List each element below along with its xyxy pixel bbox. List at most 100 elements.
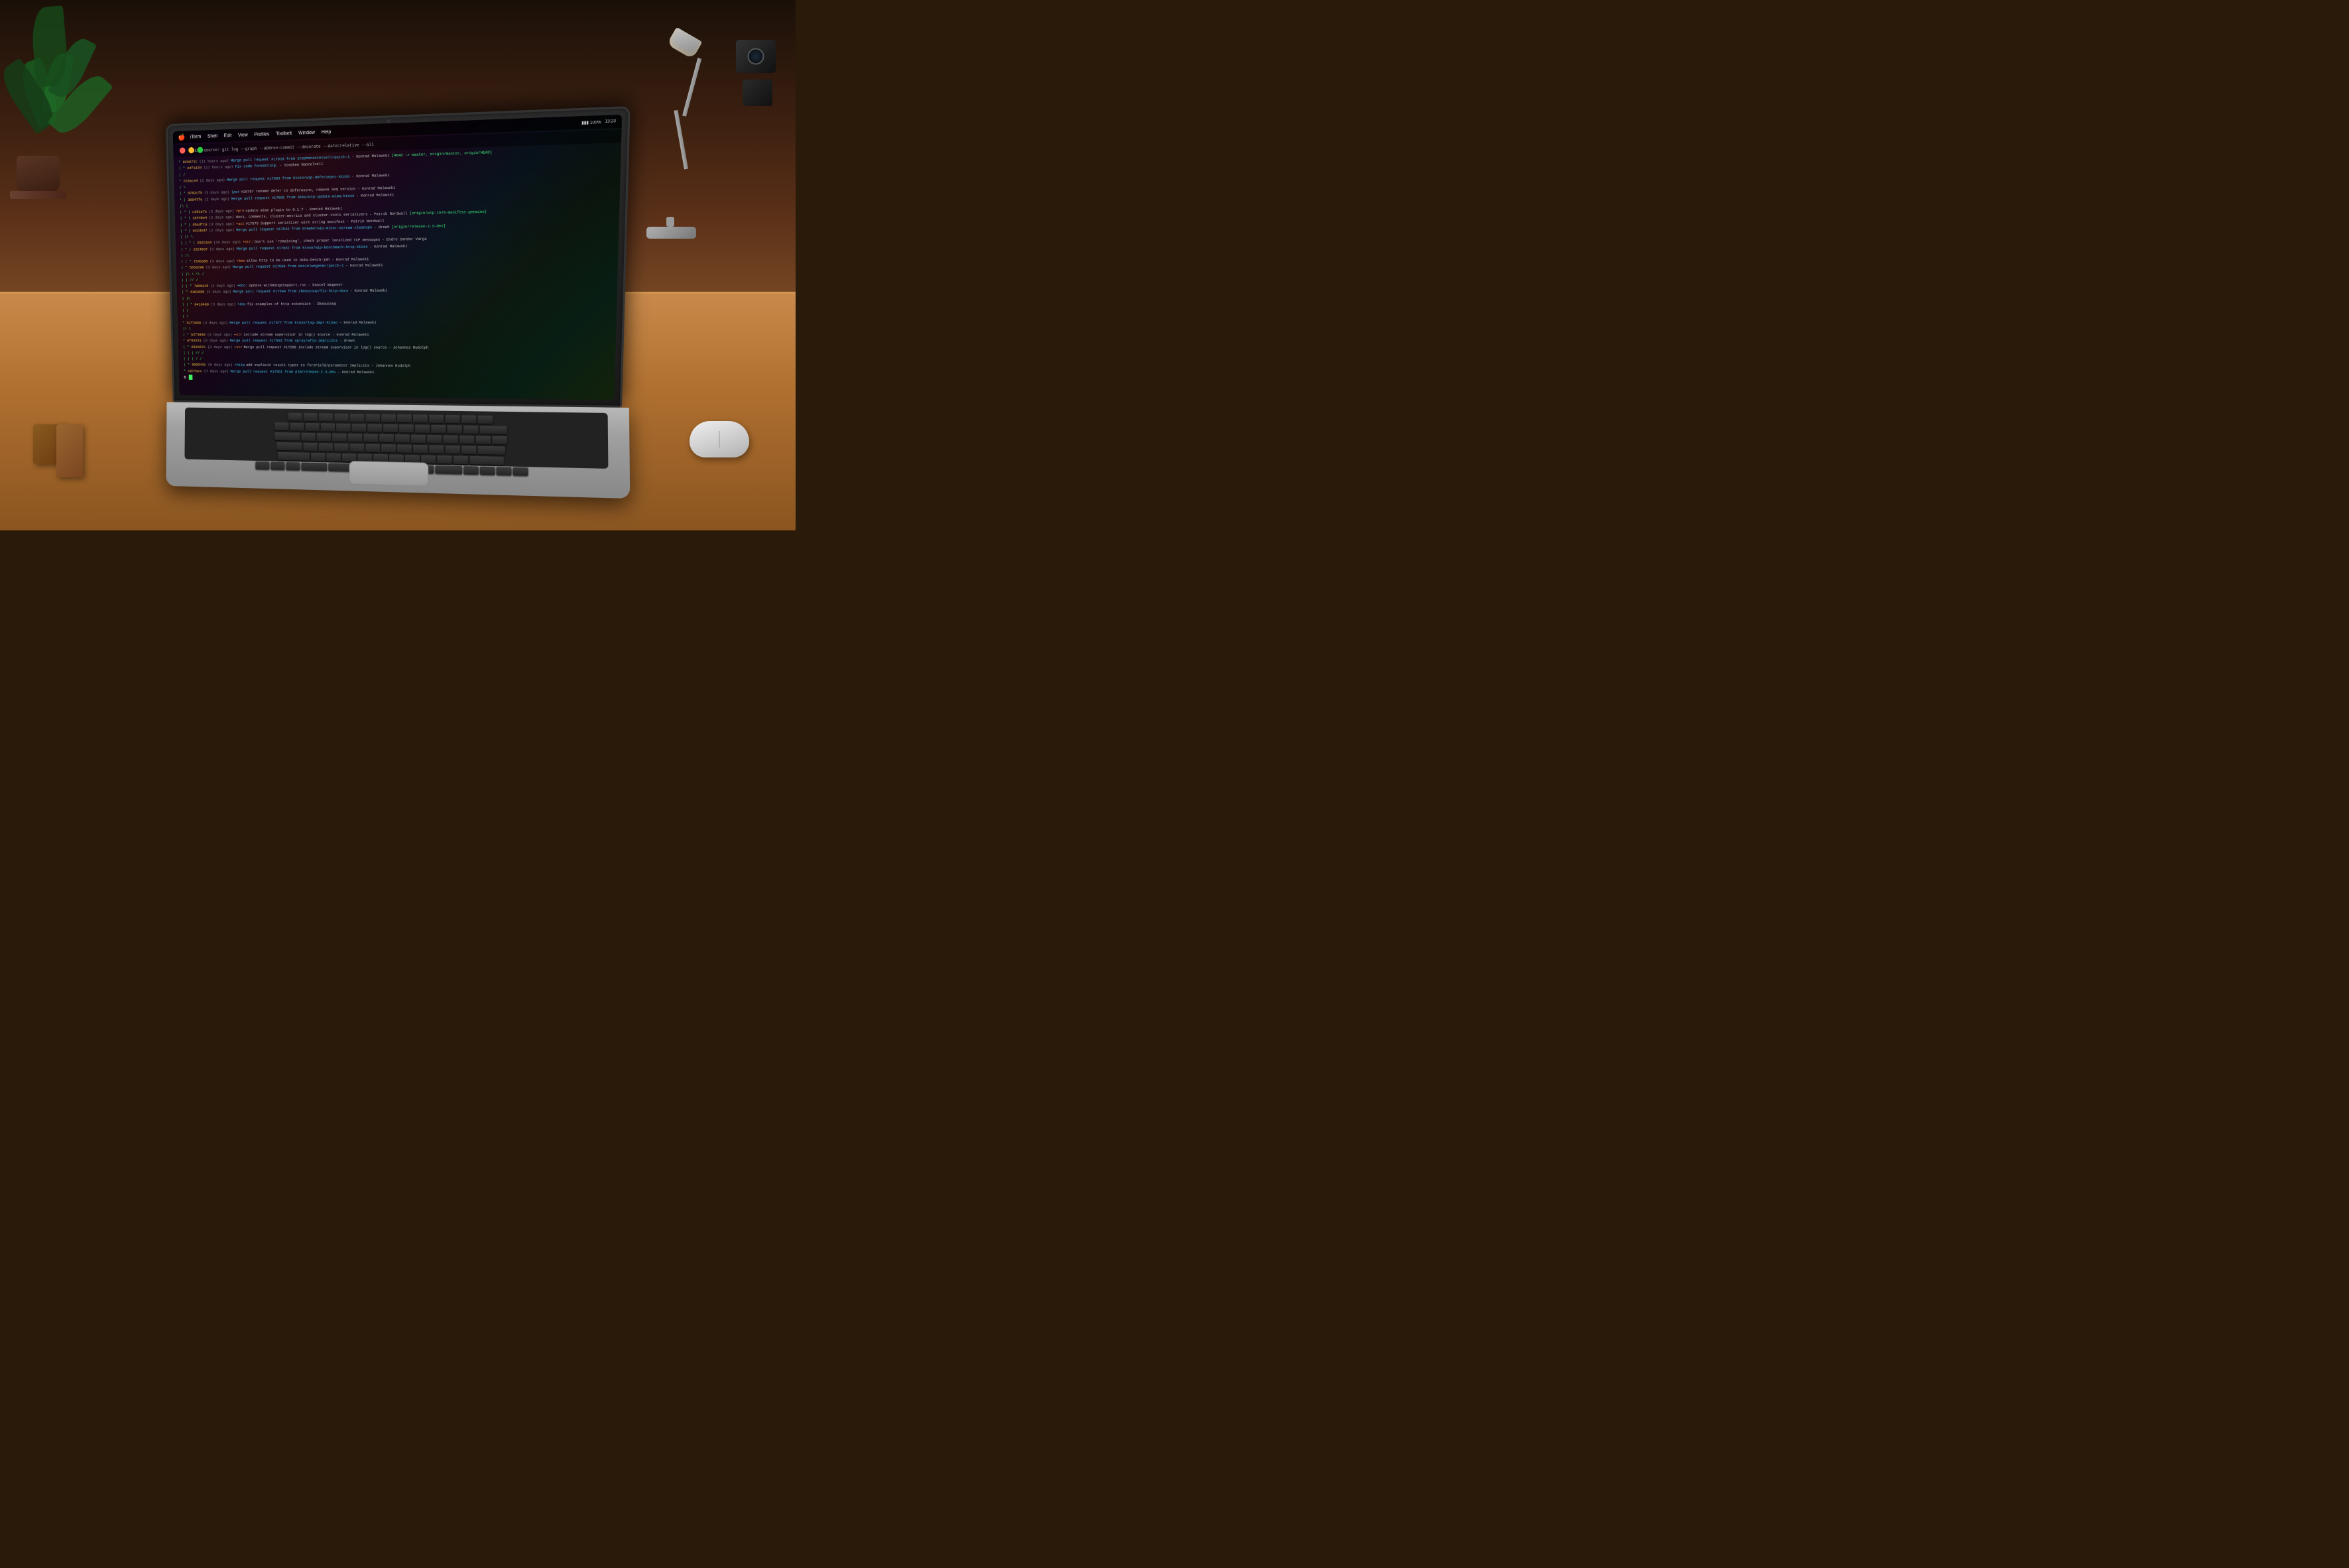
- menubar-window[interactable]: Window: [298, 130, 315, 135]
- key-cmd-right[interactable]: [435, 465, 462, 474]
- key-option-right[interactable]: [463, 466, 479, 475]
- key-return[interactable]: [478, 446, 505, 455]
- key-a[interactable]: [303, 443, 317, 451]
- key-l[interactable]: [429, 445, 444, 453]
- key-f10[interactable]: [445, 415, 459, 424]
- key-4[interactable]: [336, 424, 351, 432]
- laptop: 🍎 iTerm Shell Edit View Profiles Toolbel…: [166, 119, 630, 499]
- menubar-edit[interactable]: Edit: [223, 133, 231, 139]
- key-f5[interactable]: [365, 414, 380, 422]
- key-u[interactable]: [395, 434, 410, 443]
- key-f6[interactable]: [381, 414, 396, 422]
- key-quote[interactable]: [461, 446, 477, 454]
- key-f3[interactable]: [334, 414, 349, 422]
- key-k[interactable]: [413, 445, 428, 453]
- magic-mouse[interactable]: [690, 421, 749, 457]
- git-line-30: * ef93291 (5 days ago) Merge pull reques…: [183, 338, 613, 344]
- key-7[interactable]: [383, 424, 398, 432]
- key-backspace[interactable]: [480, 426, 507, 434]
- menubar-right: ▮▮▮ 100% 13:23: [581, 119, 616, 125]
- clock: 13:23: [605, 119, 616, 124]
- key-semicolon[interactable]: [446, 446, 460, 454]
- close-button[interactable]: [180, 147, 186, 154]
- key-arrow-left[interactable]: [480, 467, 495, 475]
- key-rbracket[interactable]: [475, 436, 491, 444]
- minimize-button[interactable]: [188, 147, 194, 154]
- key-f4[interactable]: [350, 414, 365, 422]
- key-f8[interactable]: [413, 414, 428, 422]
- git-line-28: |\ \: [182, 326, 613, 332]
- laptop-keyboard-base: [166, 402, 630, 499]
- key-f7[interactable]: [397, 414, 412, 422]
- key-r[interactable]: [348, 434, 363, 442]
- key-arrow-up-down[interactable]: [497, 467, 512, 475]
- key-f[interactable]: [350, 444, 365, 452]
- key-o[interactable]: [427, 435, 442, 444]
- key-0[interactable]: [431, 425, 446, 434]
- key-h[interactable]: [381, 444, 396, 453]
- key-8[interactable]: [399, 424, 414, 433]
- keyboard[interactable]: [184, 408, 608, 469]
- key-option-left[interactable]: [286, 462, 300, 470]
- maximize-button[interactable]: [198, 147, 204, 153]
- key-f1[interactable]: [304, 413, 318, 421]
- laptop-screen: 🍎 iTerm Shell Edit View Profiles Toolbel…: [166, 106, 631, 408]
- key-d[interactable]: [334, 444, 349, 452]
- key-t[interactable]: [363, 434, 378, 442]
- key-y[interactable]: [379, 434, 394, 443]
- key-f9[interactable]: [429, 414, 444, 423]
- key-f12[interactable]: [477, 415, 493, 424]
- keyboard-rows: [188, 411, 604, 464]
- key-lshift[interactable]: [278, 452, 310, 461]
- key-period[interactable]: [437, 455, 452, 464]
- apple-logo: 🍎: [178, 133, 185, 141]
- key-f11[interactable]: [461, 415, 477, 424]
- key-tab[interactable]: [274, 432, 300, 441]
- command-text: akka-source: git log --graph --abbrev-co…: [192, 142, 374, 153]
- key-backslash[interactable]: [492, 436, 507, 445]
- key-z[interactable]: [311, 453, 325, 461]
- key-6[interactable]: [367, 424, 382, 432]
- key-e[interactable]: [332, 433, 347, 441]
- key-3[interactable]: [321, 423, 335, 431]
- key-slash[interactable]: [453, 455, 469, 464]
- key-minus[interactable]: [447, 425, 461, 434]
- key-w[interactable]: [317, 433, 331, 441]
- wood-block-2: [56, 424, 83, 477]
- key-fn[interactable]: [255, 461, 269, 469]
- trackpad[interactable]: [349, 461, 429, 486]
- menubar-iterm[interactable]: iTerm: [190, 134, 202, 139]
- key-rshift[interactable]: [469, 456, 504, 465]
- key-backtick[interactable]: [274, 422, 288, 430]
- git-line-27: * b2f3899 (3 days ago) Merge pull reques…: [182, 319, 613, 326]
- git-line-31: | * 051b57c (3 days ago) +str Merge pull…: [183, 345, 613, 351]
- key-i[interactable]: [411, 435, 426, 444]
- key-s[interactable]: [319, 443, 333, 451]
- menubar-toolbelt[interactable]: Toolbelt: [276, 131, 292, 136]
- key-g[interactable]: [365, 444, 380, 452]
- key-5[interactable]: [352, 424, 367, 432]
- git-line-29: | * b2f3899 (3 days ago) +str include st…: [183, 332, 613, 338]
- key-2[interactable]: [305, 423, 319, 431]
- key-p[interactable]: [443, 435, 457, 444]
- menubar-shell[interactable]: Shell: [208, 133, 217, 139]
- key-cmd-left[interactable]: [301, 462, 327, 471]
- key-ctrl[interactable]: [271, 461, 284, 469]
- key-f2[interactable]: [319, 413, 333, 421]
- key-1[interactable]: [290, 422, 304, 430]
- menubar-help[interactable]: Help: [322, 129, 331, 135]
- key-lbracket[interactable]: [459, 436, 475, 444]
- key-9[interactable]: [415, 424, 430, 433]
- menubar-view[interactable]: View: [238, 133, 248, 138]
- key-equals[interactable]: [463, 426, 479, 434]
- key-j[interactable]: [397, 444, 412, 453]
- mouse-button-divider: [719, 431, 720, 448]
- key-esc[interactable]: [288, 413, 302, 421]
- key-q[interactable]: [302, 433, 316, 441]
- terminal-screen[interactable]: 🍎 iTerm Shell Edit View Profiles Toolbel…: [173, 115, 623, 400]
- menubar-profiles[interactable]: Profiles: [254, 132, 269, 137]
- terminal-content[interactable]: * 826072c (11 hours ago) Merge pull requ…: [178, 146, 618, 397]
- key-x[interactable]: [326, 453, 341, 461]
- key-capslock[interactable]: [276, 442, 302, 451]
- key-arrow-right[interactable]: [512, 467, 528, 476]
